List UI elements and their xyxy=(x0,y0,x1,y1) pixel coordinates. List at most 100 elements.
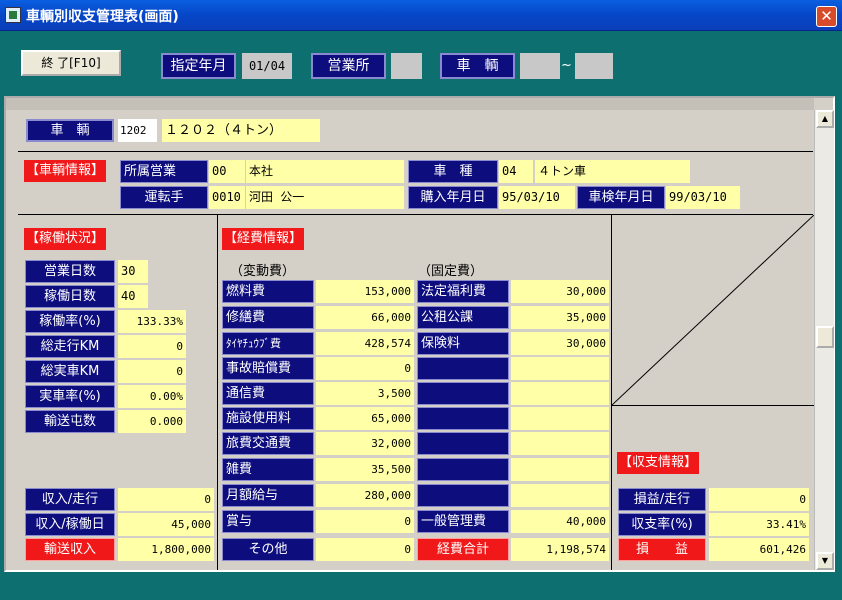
variable-cost-value: 66,000 xyxy=(316,306,414,329)
balance-value: 33.41% xyxy=(709,513,809,536)
variable-cost-value: 3,500 xyxy=(316,382,414,405)
diagonal-line xyxy=(612,215,814,405)
type-name: ４トン車 xyxy=(535,160,690,183)
variable-cost-label: 月額給与 xyxy=(222,484,314,507)
operation-label: 総実車KM xyxy=(25,360,115,383)
office-label: 営業所 xyxy=(311,53,386,79)
vehicle-row-label: 車 輌 xyxy=(26,119,114,142)
vehicle-info-header: 【車輌情報】 xyxy=(24,160,107,182)
variable-cost-label: 事故賠償費 xyxy=(222,357,314,380)
operation-header: 【稼働状況】 xyxy=(24,228,107,250)
type-code: 04 xyxy=(499,160,533,183)
fixed-cost-value xyxy=(511,484,609,507)
driver-code: 0010 xyxy=(209,186,245,209)
divider-right xyxy=(612,405,814,406)
office-name: 本社 xyxy=(246,160,404,183)
variable-cost-label: 修繕費 xyxy=(222,306,314,329)
fixed-cost-value xyxy=(511,357,609,380)
operation-label: 稼働日数 xyxy=(25,285,115,308)
fixed-cost-value: 30,000 xyxy=(511,332,609,355)
fixed-cost-value: 1,198,574 xyxy=(511,538,609,561)
income-value: 0 xyxy=(118,488,214,511)
purchase-date: 95/03/10 xyxy=(499,186,575,209)
income-value: 45,000 xyxy=(118,513,214,536)
inspection-date-label: 車検年月日 xyxy=(577,186,665,209)
income-label: 輸送収入 xyxy=(25,538,115,561)
office-info-label: 所属営業 xyxy=(120,160,208,183)
income-label: 収入/走行 xyxy=(25,488,115,511)
operation-value: 30 xyxy=(118,260,148,283)
operation-label: 稼働率(%) xyxy=(25,310,115,333)
operation-value: 133.33% xyxy=(118,310,186,333)
vehicle-code-input[interactable]: 1202 xyxy=(118,119,157,142)
variable-cost-value: 280,000 xyxy=(316,484,414,507)
vehicle-from-field[interactable] xyxy=(520,53,560,79)
variable-cost-label: （変動費） xyxy=(230,264,296,279)
fixed-cost-label xyxy=(417,484,509,507)
vertical-scrollbar[interactable]: ▲ ▼ xyxy=(814,110,834,570)
purchase-date-label: 購入年月日 xyxy=(408,186,498,209)
variable-cost-value: 0 xyxy=(316,538,414,561)
operation-value: 40 xyxy=(118,285,148,308)
fixed-cost-value xyxy=(511,407,609,430)
fixed-cost-label: 公租公課 xyxy=(417,306,509,329)
fixed-cost-value: 35,000 xyxy=(511,306,609,329)
expense-header: 【経費情報】 xyxy=(222,228,305,250)
fixed-cost-label xyxy=(417,432,509,455)
scroll-thumb[interactable] xyxy=(816,326,834,348)
divider-1 xyxy=(18,151,813,152)
month-label: 指定年月 xyxy=(161,53,236,79)
variable-cost-label: 賞与 xyxy=(222,510,314,533)
app-icon xyxy=(5,7,21,23)
close-button[interactable]: ✕ xyxy=(816,6,837,27)
month-field[interactable]: 01/04 xyxy=(242,53,292,79)
end-button[interactable]: 終 了[F10] xyxy=(21,50,121,76)
fixed-cost-value xyxy=(511,458,609,481)
variable-cost-label: 燃料費 xyxy=(222,280,314,303)
balance-value: 0 xyxy=(709,488,809,511)
balance-label: 損益/走行 xyxy=(618,488,706,511)
divider-col-1 xyxy=(217,215,218,570)
driver-name: 河田 公一 xyxy=(246,186,404,209)
variable-cost-label: 雑費 xyxy=(222,458,314,481)
fixed-cost-label xyxy=(417,407,509,430)
fixed-cost-label xyxy=(417,458,509,481)
office-field[interactable] xyxy=(391,53,422,79)
income-label: 収入/稼働日 xyxy=(25,513,115,536)
balance-header: 【収支情報】 xyxy=(617,452,700,474)
variable-cost-value: 32,000 xyxy=(316,432,414,455)
vehicle-to-field[interactable] xyxy=(575,53,613,79)
fixed-cost-label xyxy=(417,382,509,405)
close-icon: ✕ xyxy=(820,7,833,25)
driver-label: 運転手 xyxy=(120,186,208,209)
balance-value: 601,426 xyxy=(709,538,809,561)
variable-cost-label: 旅費交通費 xyxy=(222,432,314,455)
operation-value: 0 xyxy=(118,360,186,383)
scroll-up-button[interactable]: ▲ xyxy=(816,110,834,128)
operation-value: 0.000 xyxy=(118,410,186,433)
variable-cost-value: 0 xyxy=(316,510,414,533)
arrow-up-icon: ▲ xyxy=(821,114,829,123)
fixed-cost-label: 経費合計 xyxy=(417,538,509,561)
fixed-cost-label: 一般管理費 xyxy=(417,510,509,533)
income-value: 1,800,000 xyxy=(118,538,214,561)
range-separator: ~ xyxy=(561,58,572,73)
fixed-cost-value: 40,000 xyxy=(511,510,609,533)
fixed-cost-value: 30,000 xyxy=(511,280,609,303)
vehicle-name: １２０２（４トン） xyxy=(162,119,320,142)
office-code: 00 xyxy=(209,160,245,183)
fixed-cost-label: 保険料 xyxy=(417,332,509,355)
type-label: 車 種 xyxy=(408,160,498,183)
variable-cost-value: 65,000 xyxy=(316,407,414,430)
window-title: 車輌別収支管理表(画面) xyxy=(26,9,179,25)
panel-top-strip xyxy=(6,98,814,110)
operation-label: 実車率(%) xyxy=(25,385,115,408)
variable-cost-value: 153,000 xyxy=(316,280,414,303)
operation-label: 輸送屯数 xyxy=(25,410,115,433)
scroll-down-button[interactable]: ▼ xyxy=(816,552,834,570)
arrow-down-icon: ▼ xyxy=(821,556,829,565)
variable-cost-value: 35,500 xyxy=(316,458,414,481)
variable-cost-value: 428,574 xyxy=(316,332,414,355)
fixed-cost-label xyxy=(417,357,509,380)
fixed-cost-value xyxy=(511,382,609,405)
